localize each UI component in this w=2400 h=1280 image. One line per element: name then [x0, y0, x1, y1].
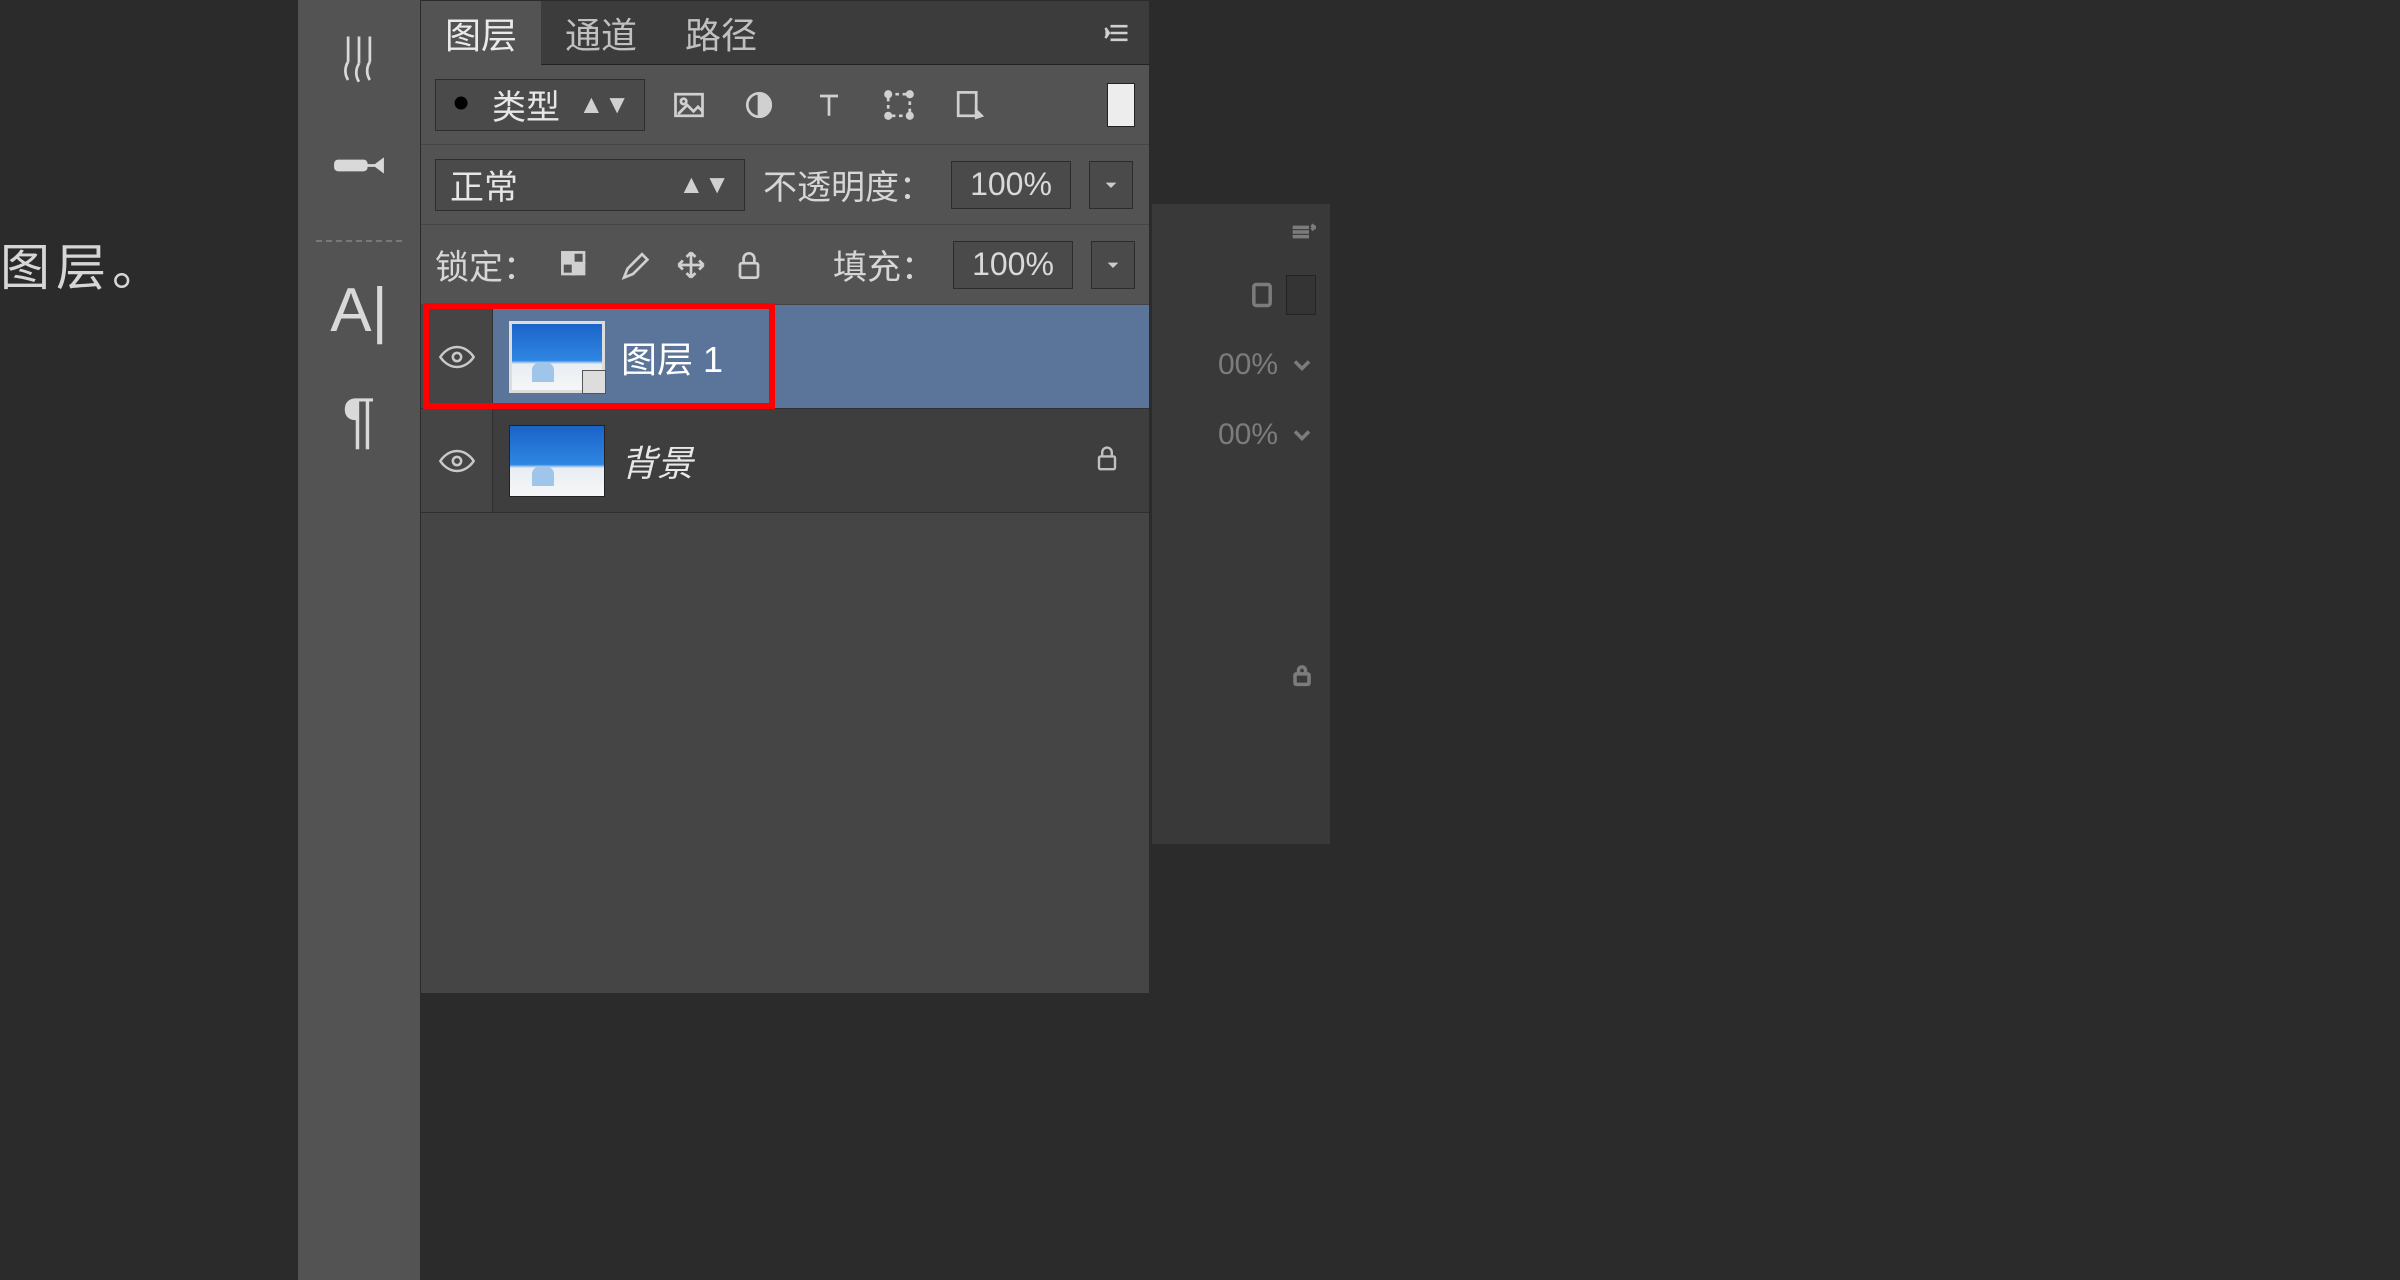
fill-value[interactable]: 100% — [953, 241, 1073, 289]
layer-name[interactable]: 图层 1 — [621, 331, 723, 383]
filter-pixel-icon[interactable] — [669, 85, 709, 125]
ghost-fill: 00% — [1218, 418, 1278, 452]
layer-thumbnail[interactable] — [509, 425, 605, 497]
lock-icon[interactable] — [1091, 442, 1123, 479]
layer-filter-row: 类型 ▲▼ — [421, 65, 1149, 145]
background-panel-ghost: 00% 00% — [1152, 204, 1330, 844]
layer-row[interactable]: 背景 — [421, 409, 1149, 513]
opacity-label: 不透明度： — [763, 160, 933, 209]
blend-row: 正常 ▲▼ 不透明度： 100% — [421, 145, 1149, 225]
layer-row[interactable]: 图层 1 — [421, 305, 1149, 409]
brush-settings-icon[interactable] — [298, 120, 420, 220]
fill-stepper[interactable] — [1091, 241, 1135, 289]
filter-type-label: 类型 — [492, 80, 560, 129]
visibility-toggle[interactable] — [421, 409, 493, 512]
opacity-value[interactable]: 100% — [951, 161, 1071, 209]
character-panel-icon[interactable]: A| — [298, 260, 420, 360]
lock-transparency-icon[interactable] — [555, 245, 595, 285]
chevron-updown-icon: ▲▼ — [579, 89, 630, 120]
filter-type-t-icon[interactable] — [809, 85, 849, 125]
lock-move-icon[interactable] — [671, 245, 711, 285]
ghost-opacity: 00% — [1218, 348, 1278, 382]
opacity-stepper[interactable] — [1089, 161, 1133, 209]
filter-toggle[interactable] — [1107, 83, 1135, 127]
lock-label: 锁定： — [435, 240, 537, 289]
filter-type-dropdown[interactable]: 类型 ▲▼ — [435, 79, 645, 131]
layer-list: 图层 1 背景 — [421, 305, 1149, 993]
layer-name[interactable]: 背景 — [621, 435, 693, 487]
filter-adjust-icon[interactable] — [739, 85, 779, 125]
panel-tabs: 图层 通道 路径 — [421, 1, 1149, 65]
layer-thumbnail[interactable] — [509, 321, 605, 393]
layer-list-empty — [421, 513, 1149, 993]
tab-paths[interactable]: 路径 — [661, 1, 781, 65]
blend-mode-value: 正常 — [450, 160, 518, 209]
canvas-caption: 图层。 — [0, 228, 168, 300]
chevron-updown-icon: ▲▼ — [679, 169, 730, 200]
lock-paint-icon[interactable] — [613, 245, 653, 285]
lock-all-icon[interactable] — [729, 245, 769, 285]
layers-panel: 图层 通道 路径 类型 ▲▼ 正常 ▲▼ — [420, 0, 1150, 994]
panel-menu-icon[interactable] — [1089, 1, 1149, 65]
lock-row: 锁定： 填充： 100% — [421, 225, 1149, 305]
paragraph-panel-icon[interactable]: ¶ — [298, 370, 420, 470]
tab-layers[interactable]: 图层 — [421, 1, 541, 65]
blend-mode-dropdown[interactable]: 正常 ▲▼ — [435, 159, 745, 211]
fill-label: 填充： — [833, 240, 935, 289]
filter-shape-icon[interactable] — [879, 85, 919, 125]
tab-channels[interactable]: 通道 — [541, 1, 661, 65]
visibility-toggle[interactable] — [421, 305, 493, 408]
filter-smart-icon[interactable] — [949, 85, 989, 125]
toolbar-separator — [316, 240, 401, 242]
tool-options-bar: A| ¶ — [298, 0, 420, 1280]
brushes-icon[interactable] — [298, 10, 420, 110]
